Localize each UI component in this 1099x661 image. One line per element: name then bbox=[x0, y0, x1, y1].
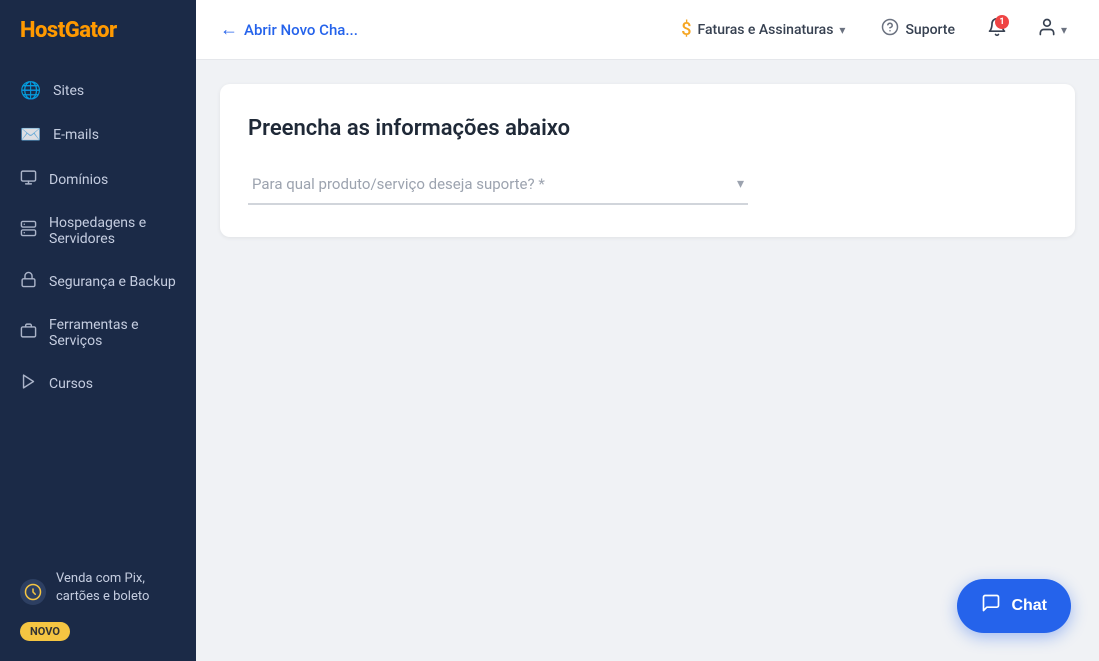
sidebar-nav: 🌐 Sites ✉️ E-mails Domínios Hospedagens … bbox=[0, 61, 196, 556]
dropdown-placeholder: Para qual produto/serviço deseja suporte… bbox=[252, 175, 545, 193]
sidebar: HostGator 🌐 Sites ✉️ E-mails Domínios Ho… bbox=[0, 0, 196, 661]
notifications-button[interactable]: 1 bbox=[981, 11, 1013, 48]
sidebar-item-label: E-mails bbox=[53, 127, 99, 143]
billing-label: Faturas e Assinaturas bbox=[698, 22, 834, 38]
tools-icon bbox=[20, 322, 37, 344]
promo-text: Venda com Pix, cartões e boleto bbox=[56, 570, 176, 606]
lock-icon bbox=[20, 271, 37, 293]
notification-badge: 1 bbox=[995, 15, 1009, 29]
chat-label: Chat bbox=[1011, 597, 1047, 615]
billing-menu[interactable]: $ Faturas e Assinaturas ▾ bbox=[671, 13, 855, 46]
logo: HostGator bbox=[0, 0, 196, 61]
courses-icon bbox=[20, 373, 37, 395]
billing-icon: $ bbox=[681, 19, 691, 40]
main-area: ← Abrir Novo Cha... $ Faturas e Assinatu… bbox=[196, 0, 1099, 661]
help-circle-icon bbox=[881, 18, 899, 41]
support-label: Suporte bbox=[905, 22, 955, 38]
sidebar-item-courses[interactable]: Cursos bbox=[0, 361, 196, 407]
dropdown-chevron-icon: ▾ bbox=[737, 176, 744, 192]
sidebar-item-hosting[interactable]: Hospedagens e Servidores bbox=[0, 203, 196, 259]
sidebar-item-label: Domínios bbox=[49, 172, 108, 188]
header: ← Abrir Novo Cha... $ Faturas e Assinatu… bbox=[196, 0, 1099, 60]
sidebar-item-sites[interactable]: 🌐 Sites bbox=[0, 69, 196, 113]
hosting-icon bbox=[20, 220, 37, 242]
user-menu[interactable]: ▾ bbox=[1029, 11, 1075, 48]
sidebar-item-label: Cursos bbox=[49, 376, 93, 392]
promo-badge: NOVO bbox=[20, 622, 70, 641]
sidebar-item-label: Sites bbox=[53, 83, 84, 99]
product-dropdown[interactable]: Para qual produto/serviço deseja suporte… bbox=[248, 165, 748, 205]
support-menu[interactable]: Suporte bbox=[871, 12, 965, 47]
back-button[interactable]: ← Abrir Novo Cha... bbox=[220, 19, 358, 40]
sidebar-item-tools[interactable]: Ferramentas e Serviços bbox=[0, 305, 196, 361]
back-label: Abrir Novo Cha... bbox=[244, 21, 358, 39]
domain-icon bbox=[20, 169, 37, 191]
chat-icon bbox=[981, 593, 1001, 619]
form-card: Preencha as informações abaixo Para qual… bbox=[220, 84, 1075, 237]
chat-button[interactable]: Chat bbox=[957, 579, 1071, 633]
card-title: Preencha as informações abaixo bbox=[248, 116, 1047, 141]
user-icon bbox=[1037, 17, 1057, 42]
chevron-down-icon: ▾ bbox=[839, 23, 845, 37]
sidebar-item-security[interactable]: Segurança e Backup bbox=[0, 259, 196, 305]
email-icon: ✉️ bbox=[20, 125, 41, 145]
sidebar-promo: Venda com Pix, cartões e boleto NOVO bbox=[0, 556, 196, 661]
promo-icon bbox=[20, 579, 46, 605]
sidebar-item-domains[interactable]: Domínios bbox=[0, 157, 196, 203]
back-arrow-icon: ← bbox=[220, 19, 238, 40]
sidebar-item-label: Ferramentas e Serviços bbox=[49, 317, 176, 349]
sidebar-item-emails[interactable]: ✉️ E-mails bbox=[0, 113, 196, 157]
globe-icon: 🌐 bbox=[20, 81, 41, 101]
sidebar-item-label: Hospedagens e Servidores bbox=[49, 215, 176, 247]
user-chevron-icon: ▾ bbox=[1061, 23, 1067, 37]
sidebar-item-label: Segurança e Backup bbox=[49, 274, 176, 290]
content-area: Preencha as informações abaixo Para qual… bbox=[196, 60, 1099, 661]
